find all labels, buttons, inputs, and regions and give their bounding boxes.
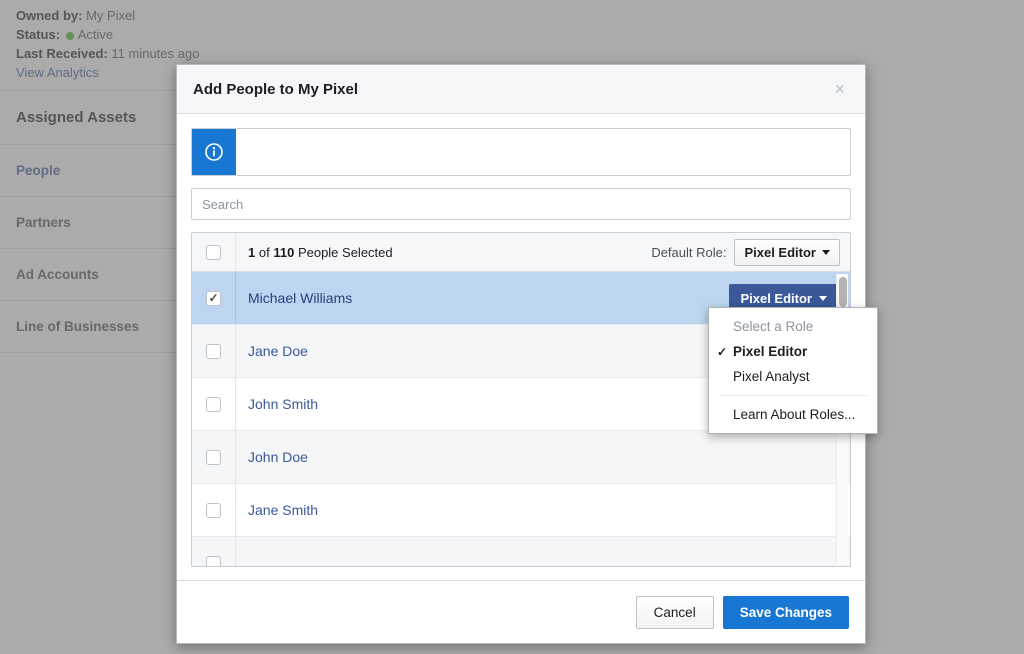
- row-checkbox[interactable]: ✓: [206, 502, 221, 518]
- info-icon: [192, 129, 236, 175]
- role-option-select-a-role[interactable]: Select a Role: [709, 314, 877, 339]
- learn-about-roles-label: Learn About Roles...: [733, 407, 856, 422]
- select-all-cell[interactable]: ✓: [192, 233, 236, 271]
- chevron-down-icon: [822, 249, 830, 255]
- row-checkbox[interactable]: ✓: [206, 449, 221, 465]
- row-checkbox[interactable]: ✓: [206, 290, 221, 306]
- select-all-checkbox[interactable]: ✓: [206, 244, 221, 260]
- row-checkbox-cell[interactable]: ✓: [192, 537, 236, 566]
- modal-title: Add People to My Pixel: [193, 80, 359, 98]
- row-checkbox-cell[interactable]: ✓: [192, 431, 236, 483]
- people-selected-text: People Selected: [297, 244, 393, 260]
- row-checkbox-cell[interactable]: ✓: [192, 325, 236, 377]
- role-option-label: Select a Role: [733, 319, 814, 334]
- menu-divider: [719, 395, 867, 396]
- checkmark-icon: ✓: [717, 344, 728, 359]
- selection-count-label: 1 of 110 People Selected: [236, 245, 651, 260]
- cancel-button[interactable]: Cancel: [635, 595, 714, 629]
- role-option-pixel-analyst[interactable]: Pixel Analyst: [709, 364, 877, 389]
- learn-about-roles-link[interactable]: Learn About Roles...: [709, 402, 877, 427]
- row-checkbox-cell[interactable]: ✓: [192, 484, 236, 536]
- person-name[interactable]: John Doe: [236, 449, 850, 465]
- info-banner-text: [236, 129, 850, 175]
- save-changes-button[interactable]: Save Changes: [722, 595, 849, 629]
- person-name[interactable]: Jane Smith: [236, 502, 850, 518]
- modal-header: Add People to My Pixel ×: [177, 65, 865, 114]
- search-input[interactable]: [191, 188, 851, 220]
- person-name[interactable]: Michael Williams: [236, 290, 729, 306]
- default-role-value: Pixel Editor: [744, 244, 816, 260]
- table-row[interactable]: ✓ Jane Smith: [192, 484, 850, 537]
- table-row[interactable]: ✓ John Doe: [192, 431, 850, 484]
- role-option-label: Pixel Editor: [733, 344, 808, 359]
- row-checkbox-cell[interactable]: ✓: [192, 272, 236, 324]
- chevron-down-icon: [819, 295, 827, 301]
- row-checkbox[interactable]: ✓: [206, 555, 221, 566]
- default-role-dropdown[interactable]: Pixel Editor: [734, 238, 840, 266]
- checkmark-icon: ✓: [208, 291, 219, 305]
- close-icon[interactable]: ×: [830, 78, 849, 100]
- of-text: of: [258, 244, 270, 260]
- row-checkbox[interactable]: ✓: [206, 343, 221, 359]
- role-dropdown-menu: Select a Role ✓ Pixel Editor Pixel Analy…: [708, 307, 878, 434]
- table-row[interactable]: ✓: [192, 537, 850, 566]
- modal-footer: Cancel Save Changes: [177, 580, 865, 643]
- total-count: 110: [273, 244, 295, 260]
- list-scrollbar-thumb[interactable]: [839, 277, 847, 307]
- role-option-pixel-editor[interactable]: ✓ Pixel Editor: [709, 339, 877, 364]
- default-role-group: Default Role: Pixel Editor: [651, 238, 850, 266]
- row-role-value: Pixel Editor: [740, 290, 812, 306]
- selected-count: 1: [248, 244, 256, 260]
- default-role-label: Default Role:: [651, 244, 727, 260]
- info-banner: [191, 128, 851, 176]
- role-option-label: Pixel Analyst: [733, 369, 810, 384]
- row-checkbox-cell[interactable]: ✓: [192, 378, 236, 430]
- row-checkbox[interactable]: ✓: [206, 396, 221, 412]
- people-list-header: ✓ 1 of 110 People Selected Default Role:…: [192, 233, 850, 272]
